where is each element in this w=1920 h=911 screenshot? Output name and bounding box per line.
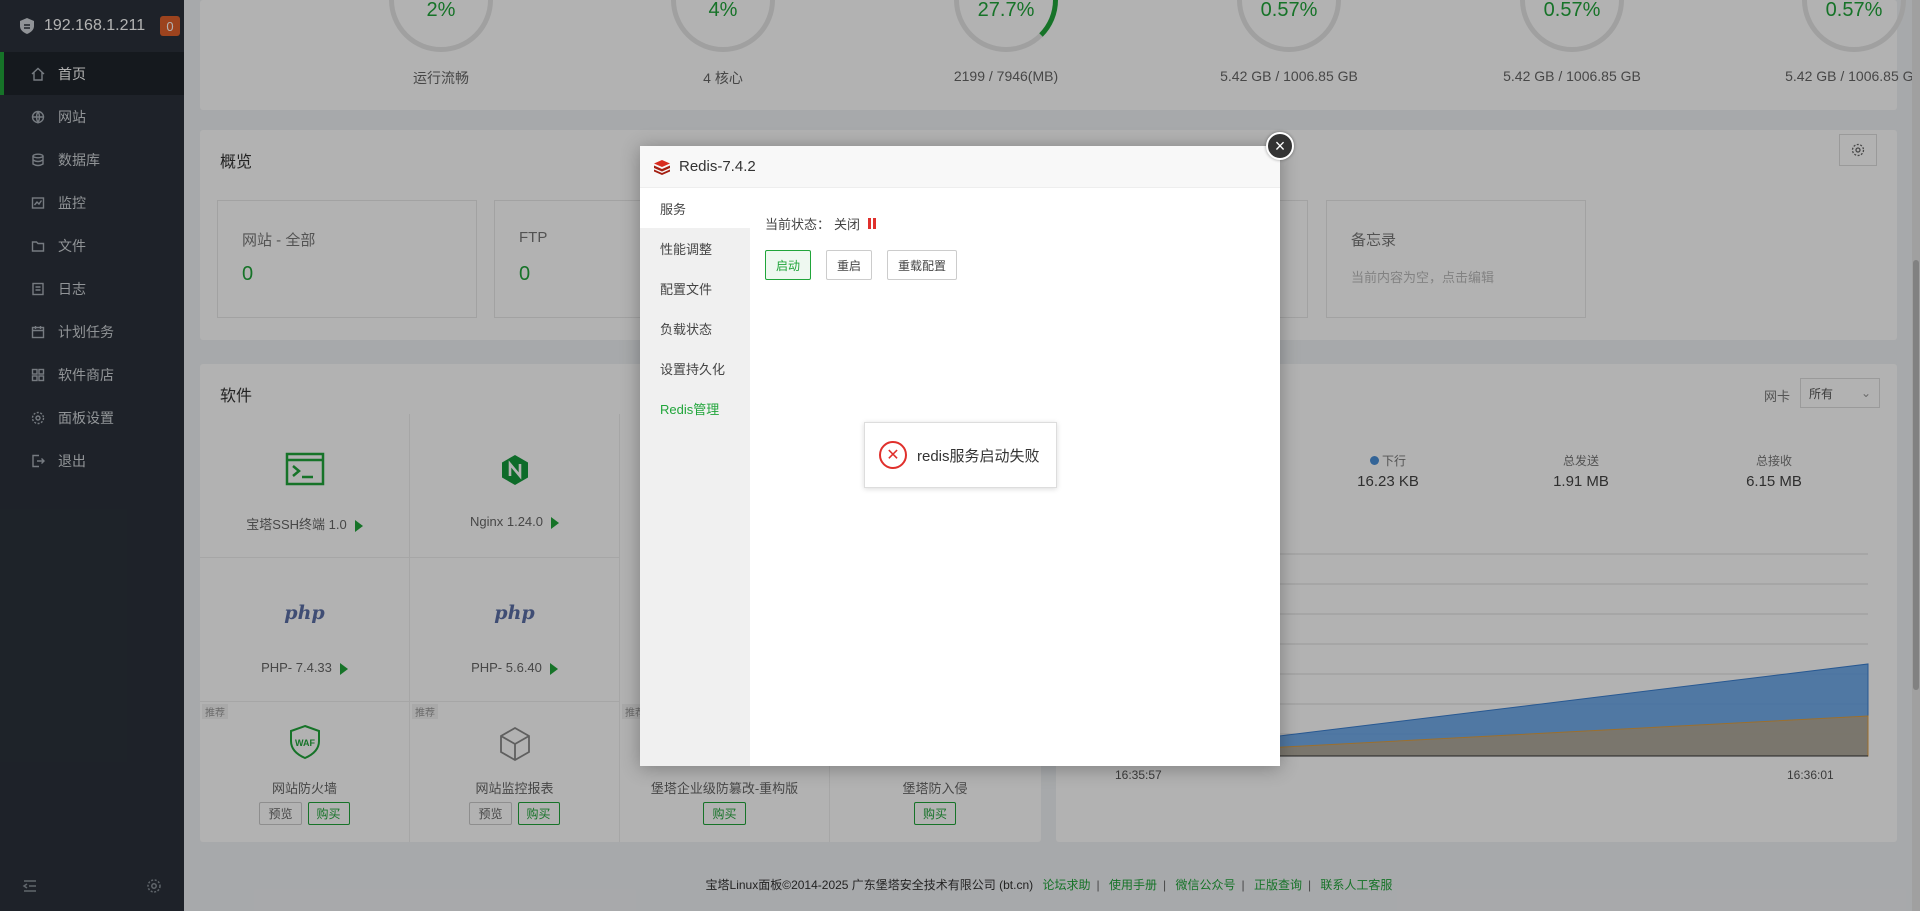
close-button[interactable]: × <box>1266 132 1294 160</box>
modal-tabs: 服务 性能调整 配置文件 负载状态 设置持久化 Redis管理 <box>640 188 750 766</box>
tab-performance[interactable]: 性能调整 <box>640 228 750 268</box>
tab-config-file[interactable]: 配置文件 <box>640 268 750 308</box>
stopped-icon <box>868 218 877 229</box>
status-value: 关闭 <box>834 217 861 232</box>
error-icon: ✕ <box>879 441 907 469</box>
service-actions: 启动 重启 重载配置 <box>765 250 958 280</box>
tab-load-status[interactable]: 负载状态 <box>640 308 750 348</box>
status-label: 当前状态： <box>765 217 831 232</box>
reload-config-button[interactable]: 重载配置 <box>887 250 958 280</box>
error-toast: ✕ redis服务启动失败 <box>864 422 1057 488</box>
tab-persistence[interactable]: 设置持久化 <box>640 348 750 388</box>
start-button[interactable]: 启动 <box>765 250 812 280</box>
toast-message: redis服务启动失败 <box>917 447 1040 465</box>
service-status: 当前状态： 关闭 <box>765 214 877 233</box>
modal-title: Redis-7.4.2 <box>679 158 756 175</box>
close-icon: × <box>1274 135 1286 156</box>
modal-header: Redis-7.4.2 <box>640 146 1280 188</box>
tab-service[interactable]: 服务 <box>640 188 750 228</box>
redis-logo-icon <box>654 159 670 175</box>
restart-button[interactable]: 重启 <box>826 250 873 280</box>
tab-redis-manage[interactable]: Redis管理 <box>640 388 750 428</box>
